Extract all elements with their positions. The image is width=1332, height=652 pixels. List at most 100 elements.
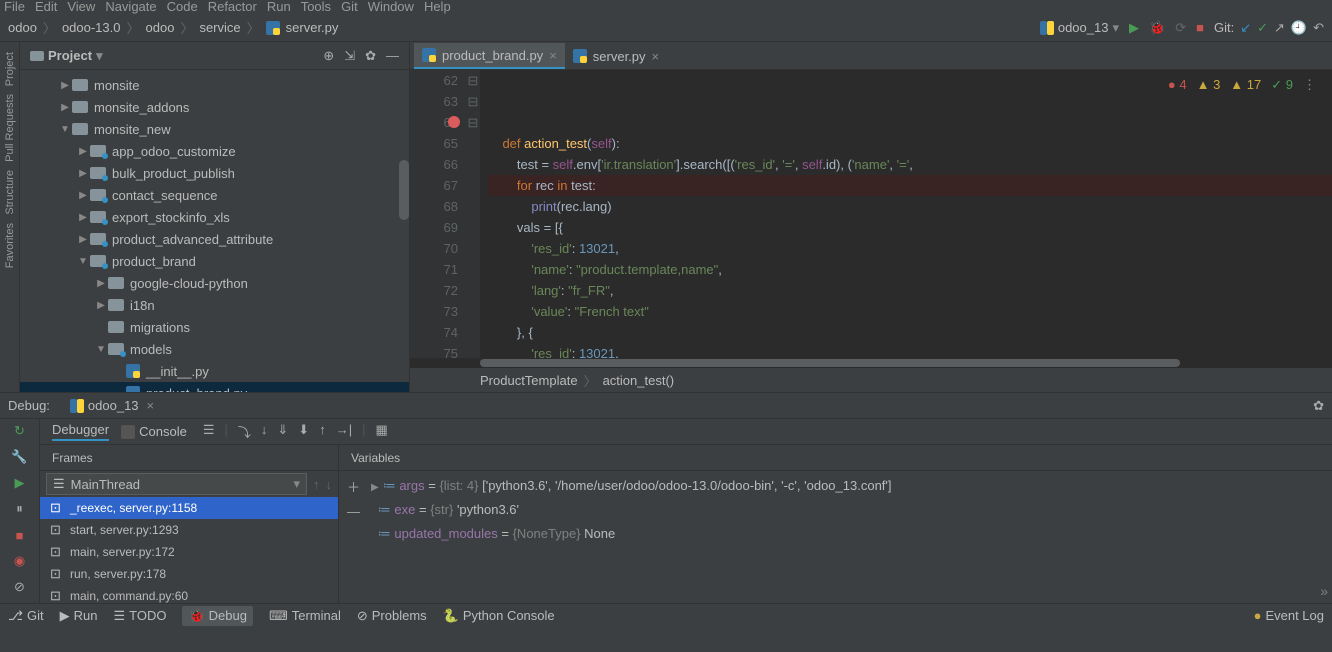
rerun-button[interactable]: ↻ [10,421,30,441]
code-line[interactable]: }, { [488,322,1332,343]
code-line[interactable]: 'lang': "fr_FR", [488,280,1332,301]
tree-item[interactable]: ▼monsite_new [20,118,409,140]
git-revert-icon[interactable]: ↶ [1313,20,1324,36]
fold-gutter[interactable]: ⊟⊟⊟ [466,70,480,358]
run-to-cursor-icon[interactable]: →| [336,422,352,441]
tree-scrollbar[interactable] [399,160,409,220]
bottom-tab-git[interactable]: ⎇Git [8,608,44,624]
expand-arrow-icon[interactable]: ▶ [76,146,90,157]
bottom-tab-todo[interactable]: ☰TODO [113,608,166,624]
event-log-button[interactable]: ● Event Log [1254,608,1324,623]
menu-tools[interactable]: Tools [301,0,331,14]
mute-breakpoints-button[interactable]: ⊘ [10,577,30,597]
debug-settings-icon[interactable]: ✿ [1313,398,1324,414]
tree-item[interactable]: __init__.py [20,360,409,382]
hide-panel-icon[interactable]: — [386,48,399,64]
path-breadcrumbs[interactable]: odoo〉 odoo-13.0〉 odoo〉 service〉 server.p… [8,18,338,37]
error-count-icon[interactable]: ● 4 [1168,74,1187,95]
close-tab-icon[interactable]: × [652,49,660,64]
tree-item[interactable]: ▶monsite_addons [20,96,409,118]
inspection-status[interactable]: ● 4 ▲ 3 ▲ 17 ✓ 9 ⋮ [1168,74,1316,95]
step-over-icon[interactable]: ⤵ [238,422,251,441]
evaluate-expression-icon[interactable]: ▦ [375,422,387,441]
code-line[interactable]: 'value': "French text" [488,301,1332,322]
tree-item[interactable]: ▶contact_sequence [20,184,409,206]
stop-button[interactable]: ■ [1196,20,1204,35]
tree-item[interactable]: ▶product_advanced_attribute [20,228,409,250]
close-debug-tab-icon[interactable]: × [147,398,155,413]
debug-config-tab[interactable]: odoo_13 × [70,398,154,413]
menu-help[interactable]: Help [424,0,451,14]
crumb[interactable]: odoo [146,20,175,35]
code-line[interactable]: for rec in test: [488,175,1332,196]
variables-list[interactable]: ▶≔ args = {list: 4} ['python3.6', '/home… [371,475,1324,599]
thread-selector[interactable]: ☰ MainThread ▾ [46,473,307,495]
tree-item[interactable]: ▶google-cloud-python [20,272,409,294]
settings-icon[interactable]: ✿ [365,48,376,64]
step-into-icon[interactable]: ↓ [261,422,268,441]
pull-requests-tool-button[interactable]: Pull Requests [4,94,16,162]
git-update-icon[interactable]: ↙ [1240,20,1251,36]
menu-edit[interactable]: Edit [35,0,57,14]
force-step-into-icon[interactable]: ⬇ [298,422,309,441]
menu-window[interactable]: Window [368,0,414,14]
tree-item[interactable]: migrations [20,316,409,338]
code-line[interactable]: 'res_id': 13021, [488,238,1332,259]
expand-arrow-icon[interactable]: ▶ [76,234,90,245]
menu-view[interactable]: View [67,0,95,14]
frames-list[interactable]: ⊡_reexec, server.py:1158⊡start, server.p… [40,497,338,603]
step-into-my-icon[interactable]: ⇓ [277,422,288,441]
project-view-selector[interactable]: Project ▾ [30,48,103,64]
crumb[interactable]: server.py [286,20,339,35]
locate-icon[interactable]: ⊕ [323,48,334,64]
line-gutter[interactable]: 626364656667686970717273747576 [410,70,466,358]
expand-arrow-icon[interactable]: ▶ [58,102,72,113]
code-line[interactable]: def action_test(self): [488,133,1332,154]
expand-all-icon[interactable]: ⇲ [344,48,355,64]
menu-code[interactable]: Code [167,0,198,14]
expand-arrow-icon[interactable]: ▶ [94,300,108,311]
tree-item[interactable]: ▶export_stockinfo_xls [20,206,409,228]
project-tool-button[interactable]: Project [4,52,16,86]
git-clock-icon[interactable]: 🕘 [1291,20,1307,36]
bottom-tab-debug[interactable]: 🐞Debug [182,606,253,626]
editor-breadcrumb[interactable]: ProductTemplate 〉 action_test() [410,368,1332,392]
menu-refactor[interactable]: Refactor [208,0,257,14]
menu-run[interactable]: Run [267,0,291,14]
run-button[interactable]: ▶ [1129,20,1139,36]
debugger-tab[interactable]: Debugger [52,422,109,441]
threads-icon[interactable]: ☰ [203,422,215,441]
typo-count-icon[interactable]: ✓ 9 [1271,74,1293,95]
bottom-tab-python-console[interactable]: 🐍Python Console [443,608,555,624]
run-config-selector[interactable]: odoo_13 ▾ [1040,20,1119,36]
git-commit-icon[interactable]: ✓ [1257,20,1268,36]
expand-arrow-icon[interactable]: ▶ [76,212,90,223]
expand-arrow-icon[interactable]: ▼ [76,256,90,267]
git-history-icon[interactable]: ↗ [1274,20,1285,36]
stop-debug-button[interactable]: ■ [10,525,30,545]
tree-item[interactable]: ▼product_brand [20,250,409,272]
new-watch-icon[interactable]: ＋ [347,477,371,496]
structure-tool-button[interactable]: Structure [4,170,16,215]
tree-item[interactable]: ▶app_odoo_customize [20,140,409,162]
favorites-tool-button[interactable]: Favorites [4,223,16,268]
resume-button[interactable]: ▶ [10,473,30,493]
close-tab-icon[interactable]: × [549,48,557,63]
stack-frame[interactable]: ⊡main, server.py:172 [40,541,338,563]
code-area[interactable]: ● 4 ▲ 3 ▲ 17 ✓ 9 ⋮ def action_test(self)… [480,70,1332,358]
tree-item[interactable]: ▼models [20,338,409,360]
code-line[interactable]: 'name': "product.template,name", [488,259,1332,280]
bottom-tab-terminal[interactable]: ⌨Terminal [269,608,341,624]
warning-count-icon[interactable]: ▲ 3 [1197,74,1221,95]
expand-arrow-icon[interactable]: ▶ [94,278,108,289]
code-line[interactable]: vals = [{ [488,217,1332,238]
editor-tab-server[interactable]: server.py × [565,43,667,69]
remove-watch-icon[interactable]: — [347,504,371,519]
tree-item[interactable]: ▶monsite [20,74,409,96]
coverage-button[interactable]: ⟳ [1175,20,1186,36]
menu-git[interactable]: Git [341,0,358,14]
code-line[interactable]: test = self.env['ir.translation'].search… [488,154,1332,175]
tree-item[interactable]: ▶i18n [20,294,409,316]
expand-arrow-icon[interactable]: ▶ [76,190,90,201]
debug-button[interactable]: 🐞 [1149,20,1165,36]
